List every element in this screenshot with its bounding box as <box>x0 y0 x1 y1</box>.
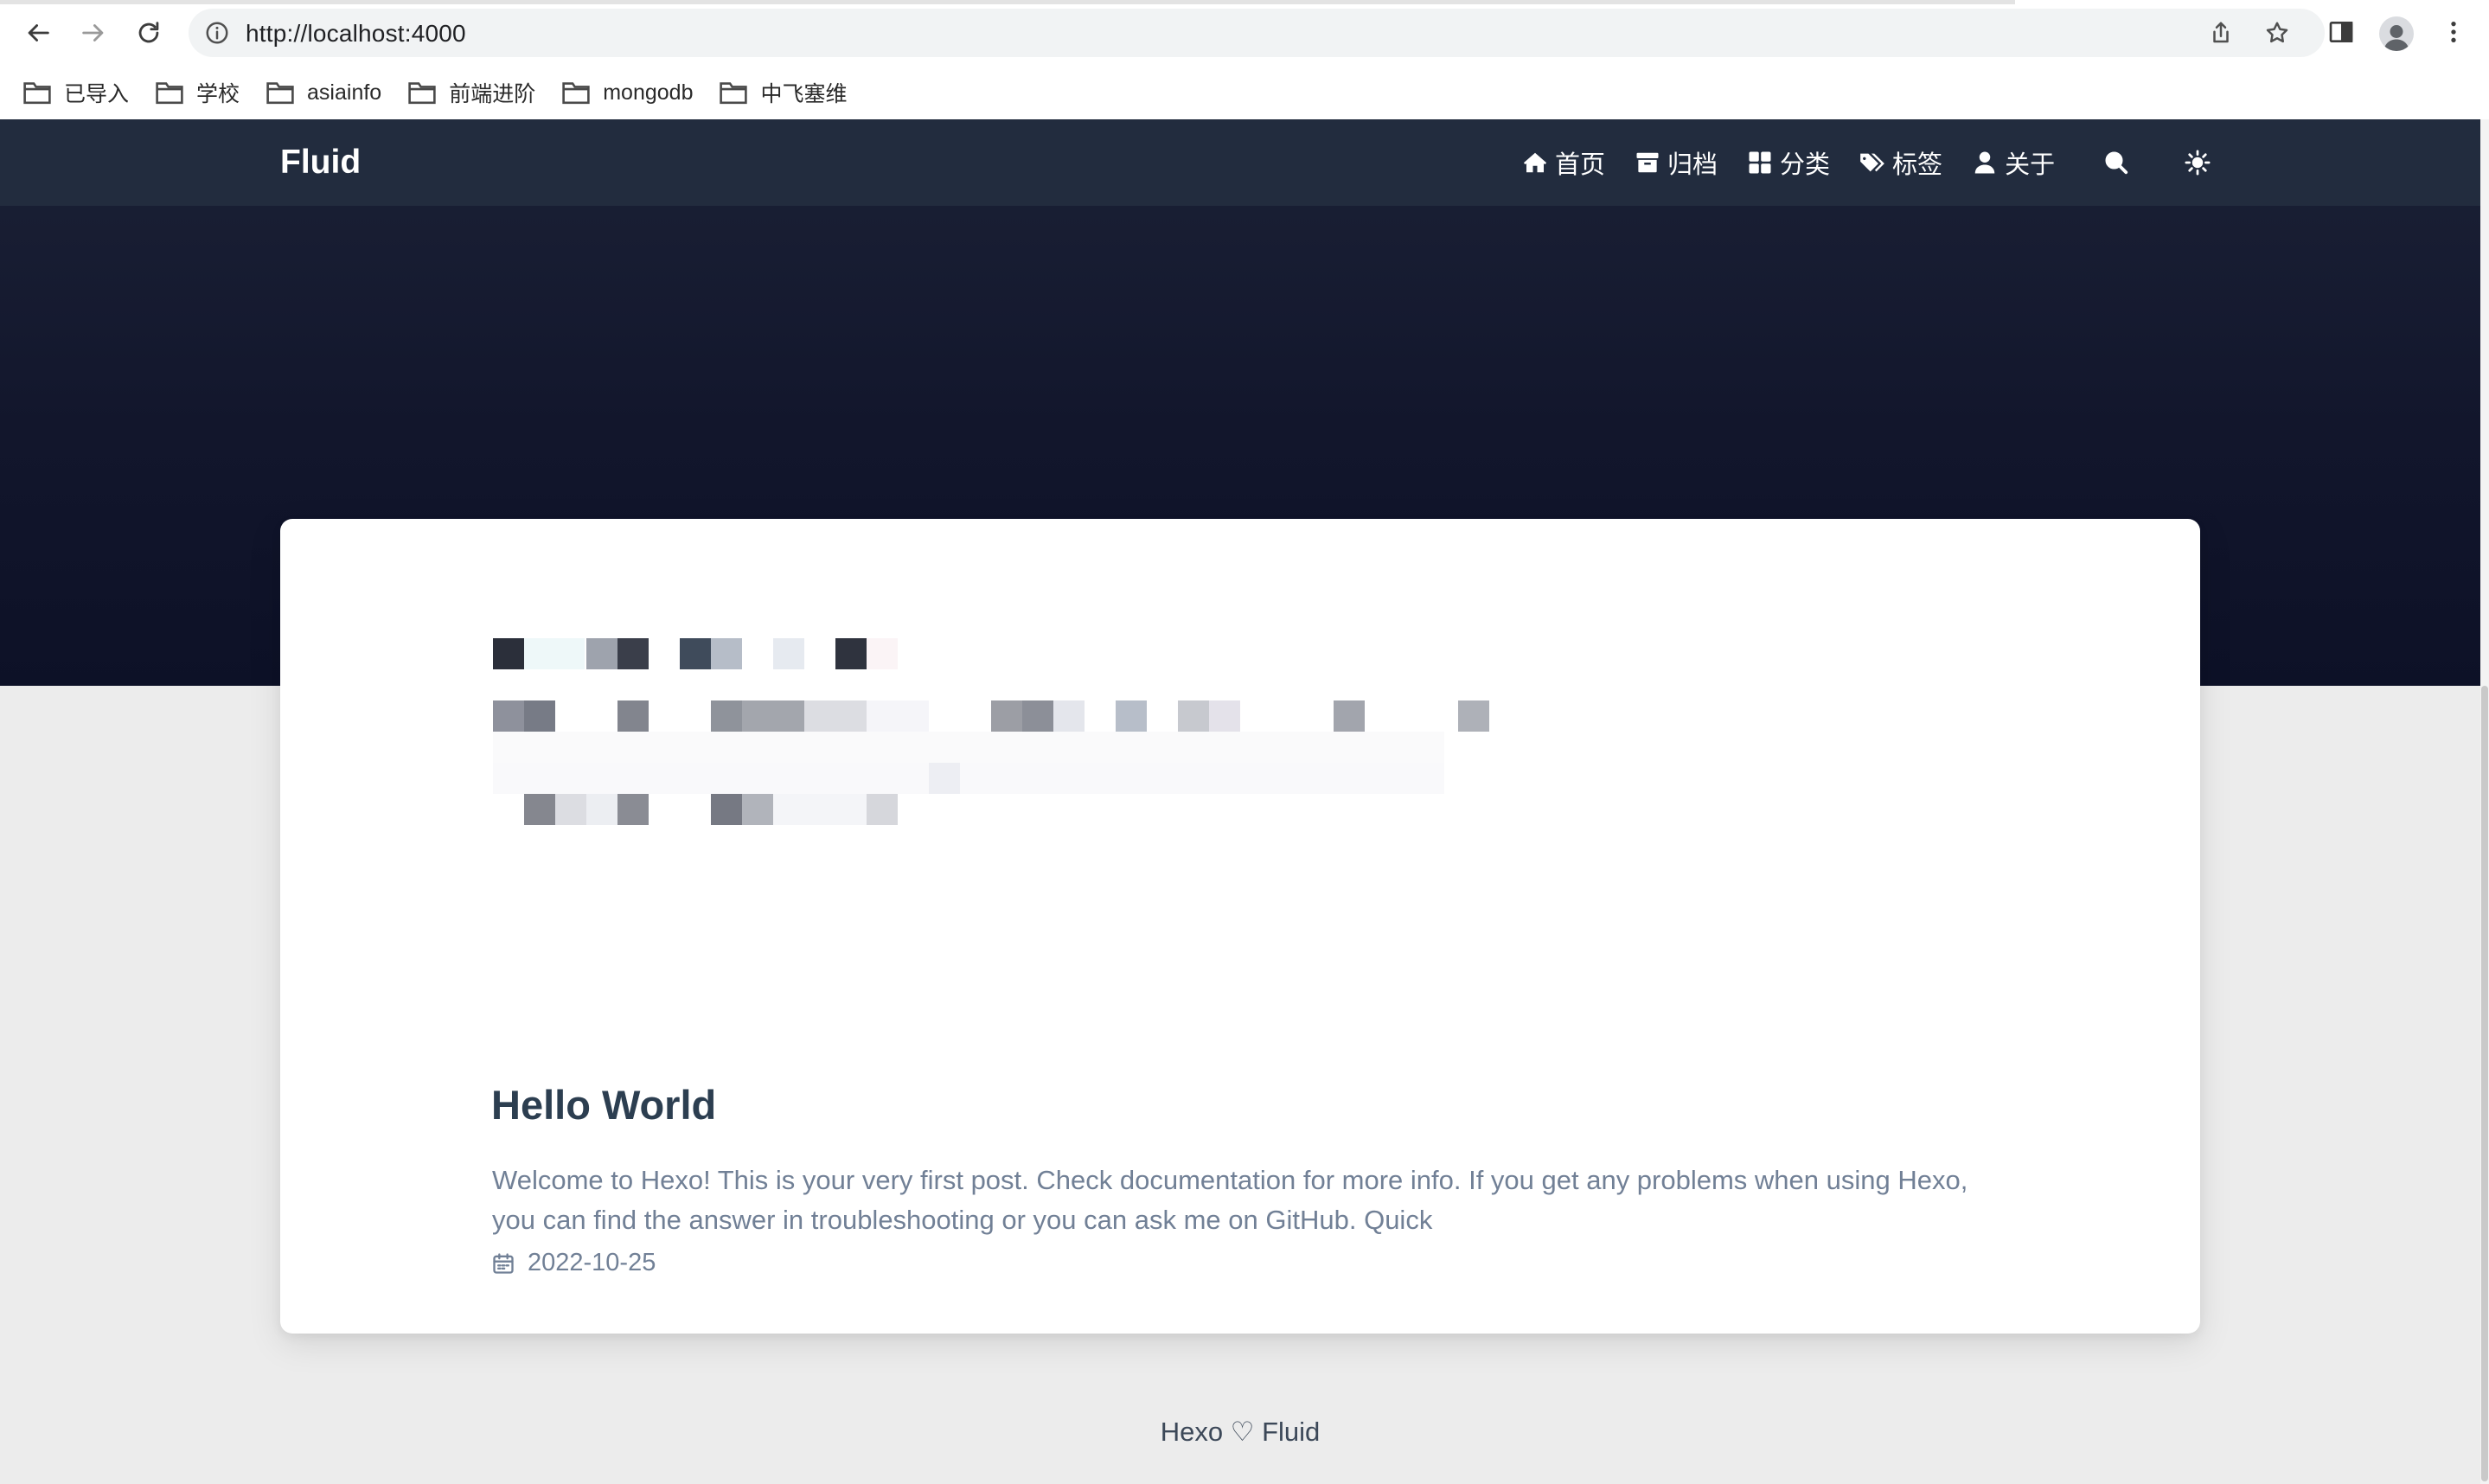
user-icon <box>1972 150 1998 176</box>
arrow-left-icon <box>23 18 53 52</box>
calendar-icon <box>491 1251 515 1276</box>
scrollbar-thumb[interactable] <box>2481 686 2488 1481</box>
folder-icon <box>266 80 295 106</box>
bookmark-folder[interactable]: 学校 <box>155 77 240 108</box>
arrow-right-icon <box>79 18 108 52</box>
nav-label: 分类 <box>1780 151 1831 179</box>
info-icon[interactable] <box>202 18 232 48</box>
site-brand[interactable]: Fluid <box>280 144 361 182</box>
star-icon[interactable] <box>2260 16 2294 50</box>
site-footer: Hexo ♡ Fluid <box>1160 1417 1321 1447</box>
bookmark-folder[interactable]: asiainfo <box>266 80 381 106</box>
sun-icon <box>2185 150 2211 176</box>
nav-label: 标签 <box>1892 151 1943 179</box>
browser-toolbar: http://localhost:4000 <box>0 0 2489 66</box>
post-meta: 2022-10-25 <box>491 1249 656 1277</box>
kebab-menu-icon <box>2440 18 2467 50</box>
nav-item-home[interactable]: 首页 <box>1522 144 1605 181</box>
post-title[interactable]: Hello World <box>491 1081 716 1129</box>
bookmark-label: mongodb <box>603 80 694 105</box>
pixelated-content <box>493 638 1489 854</box>
address-bar[interactable]: http://localhost:4000 <box>189 9 2325 57</box>
nav-item-category[interactable]: 分类 <box>1747 144 1830 181</box>
site-navbar: Fluid 首页 归档 分类 标签 关于 <box>0 119 2480 206</box>
url-port: :4000 <box>404 20 466 47</box>
category-icon <box>1747 150 1773 176</box>
page-viewport: Fluid 首页 归档 分类 标签 关于 Hello World Welcome… <box>0 119 2489 1484</box>
bookmark-folder[interactable]: 前端进阶 <box>407 77 535 108</box>
folder-icon <box>561 80 591 106</box>
page-load-progress <box>0 0 2015 4</box>
nav-item-tags[interactable]: 标签 <box>1859 144 1942 181</box>
profile-icon <box>2379 16 2414 51</box>
side-panel-icon <box>2327 18 2355 50</box>
bookmark-label: 前端进阶 <box>449 82 536 106</box>
bookmark-folder[interactable]: mongodb <box>561 80 693 106</box>
bookmark-label: asiainfo <box>307 80 382 105</box>
browser-menu-button[interactable] <box>2432 12 2475 55</box>
folder-icon <box>22 80 52 106</box>
tags-icon <box>1859 150 1885 176</box>
reload-icon <box>134 18 163 52</box>
nav-search-button[interactable] <box>2103 150 2129 176</box>
page-scrollbar[interactable] <box>2480 119 2489 1484</box>
reload-button[interactable] <box>128 14 170 55</box>
bookmark-label: 已导入 <box>64 82 130 106</box>
url-text[interactable]: http://localhost:4000 <box>246 20 466 48</box>
bookmark-folder[interactable]: 已导入 <box>22 77 129 108</box>
nav-menu: 首页 归档 分类 标签 关于 <box>1522 119 2211 206</box>
post-card: Hello World Welcome to Hexo! This is you… <box>280 519 2200 1334</box>
nav-label: 归档 <box>1667 151 1718 179</box>
theme-toggle-button[interactable] <box>2185 150 2211 176</box>
share-icon[interactable] <box>2204 16 2238 50</box>
folder-icon <box>719 80 748 106</box>
forward-button[interactable] <box>73 14 114 55</box>
url-host: http://localhost <box>246 20 405 47</box>
post-date: 2022-10-25 <box>528 1249 656 1276</box>
post-excerpt: Welcome to Hexo! This is your very first… <box>492 1165 1968 1235</box>
nav-item-archive[interactable]: 归档 <box>1635 144 1718 181</box>
bookmark-label: 学校 <box>196 82 240 106</box>
profile-button[interactable] <box>2375 12 2418 55</box>
back-button[interactable] <box>17 14 59 55</box>
nav-item-about[interactable]: 关于 <box>1972 144 2055 181</box>
folder-icon <box>407 80 437 106</box>
bookmark-label: 中飞塞维 <box>760 82 848 106</box>
home-icon <box>1522 150 1548 176</box>
side-panel-button[interactable] <box>2319 12 2363 55</box>
search-icon <box>2103 150 2129 176</box>
nav-label: 关于 <box>2005 151 2056 179</box>
bookmarks-bar: 已导入 学校 asiainfo 前端进阶 mongodb 中飞塞维 <box>0 66 2489 119</box>
nav-label: 首页 <box>1555 151 1606 179</box>
folder-icon <box>155 80 184 106</box>
bookmark-folder[interactable]: 中飞塞维 <box>719 77 847 108</box>
archive-icon <box>1635 150 1660 176</box>
